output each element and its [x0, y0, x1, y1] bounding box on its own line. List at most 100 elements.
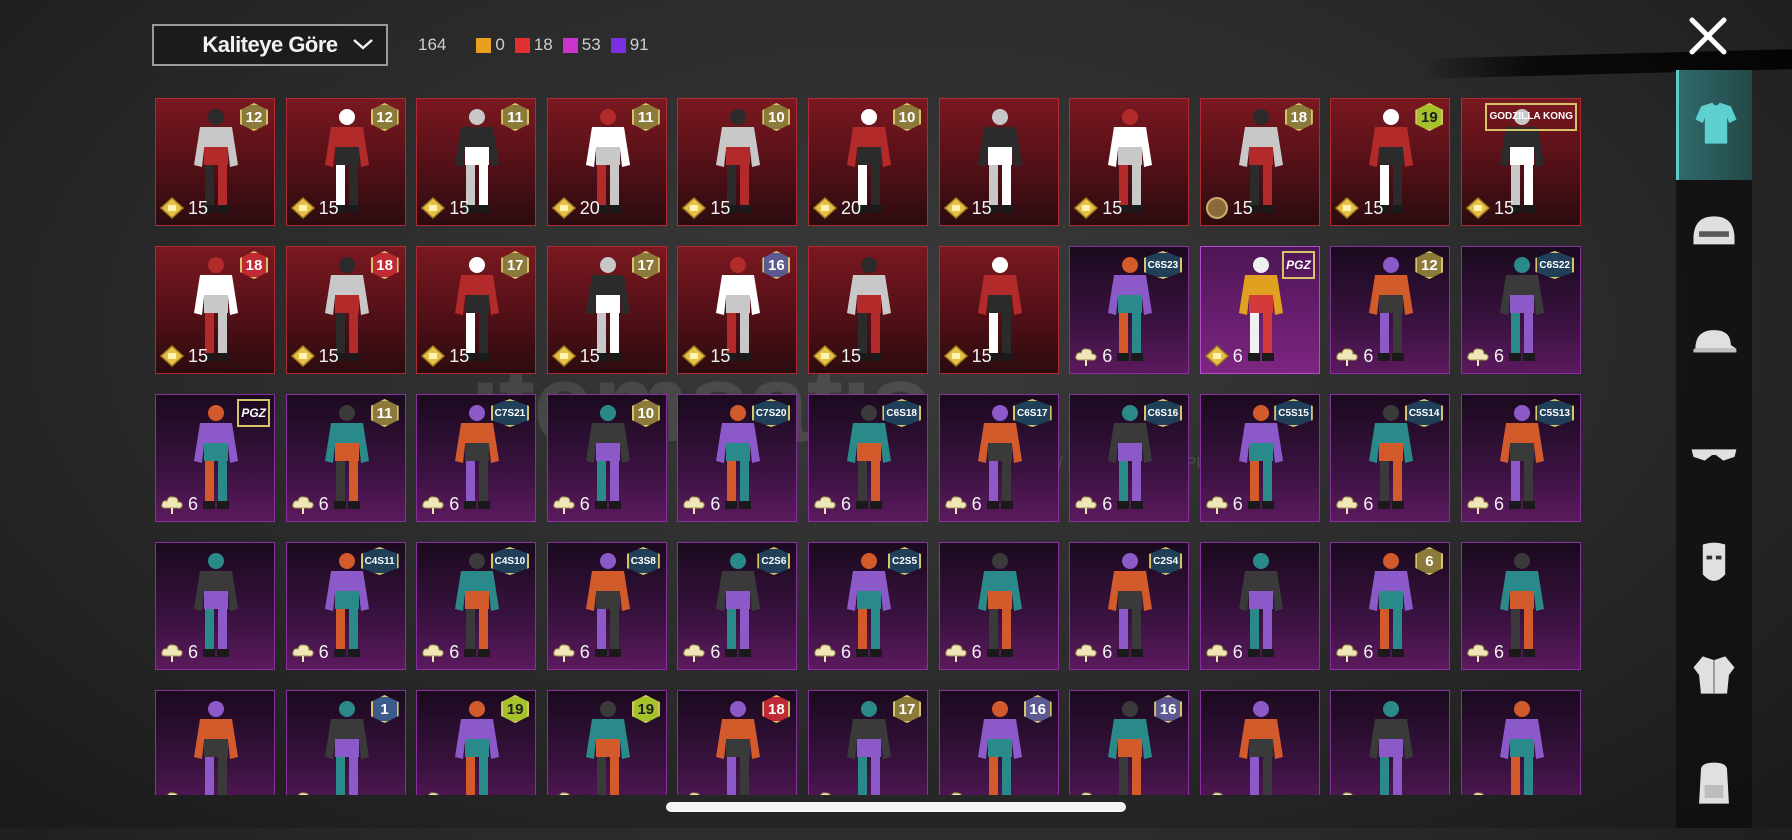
cost-value: 15	[1102, 197, 1123, 218]
outfit-grid: 12 15 12 15 11 15 11 20 10 15 10 20 15 1…	[155, 98, 1581, 795]
outfit-figure	[455, 701, 500, 795]
cost-label: 6	[552, 493, 590, 515]
outfit-card[interactable]: C5S14 6	[1330, 394, 1451, 522]
outfit-card[interactable]: 19	[416, 690, 537, 795]
outfit-card[interactable]: 18 15	[1199, 98, 1320, 226]
cost-label: 15	[421, 345, 469, 367]
outfit-card[interactable]: 17 15	[546, 246, 667, 374]
outfit-card[interactable]: 11 15	[416, 98, 537, 226]
home-indicator[interactable]	[666, 802, 1126, 812]
category-sidebar	[1676, 70, 1752, 828]
outfit-card[interactable]: 19	[546, 690, 667, 795]
outfit-card[interactable]: GODZILLA KONG 15	[1461, 98, 1581, 226]
cost-value: 6	[318, 641, 329, 662]
outfit-card[interactable]: 6 6	[1330, 542, 1451, 670]
cloud-coin-icon	[944, 644, 967, 662]
cost-label: 6	[291, 493, 329, 515]
outfit-card[interactable]: 15	[938, 98, 1059, 226]
cost-value: 15	[971, 345, 992, 366]
cost-value: 15	[1232, 197, 1253, 218]
quality-swatch	[476, 37, 492, 53]
outfit-card[interactable]	[155, 690, 275, 795]
cloud-coin-icon	[167, 792, 178, 795]
sidebar-tab-helmet[interactable]	[1676, 180, 1752, 290]
outfit-card[interactable]: PGZ 6	[1199, 246, 1320, 374]
sidebar-tab-glasses[interactable]	[1676, 400, 1752, 510]
outfit-card[interactable]: C7S20 6	[677, 394, 798, 522]
outfit-card[interactable]: 6	[155, 542, 275, 670]
sidebar-tab-cap[interactable]	[1676, 290, 1752, 400]
cost-value: 6	[1363, 493, 1374, 514]
outfit-card[interactable]: 16	[1069, 690, 1190, 795]
quality-swatch	[610, 37, 626, 53]
outfit-card[interactable]: C4S10 6	[416, 542, 537, 670]
cost-value: 15	[318, 197, 339, 218]
outfit-card[interactable]: C7S21 6	[416, 394, 537, 522]
sort-dropdown[interactable]: Kaliteye Göre	[152, 24, 388, 66]
outfit-card[interactable]: 18 15	[285, 246, 406, 374]
outfit-card[interactable]: C2S5 6	[808, 542, 928, 670]
outfit-card[interactable]: 10 20	[808, 98, 928, 226]
outfit-card[interactable]: 17	[808, 690, 928, 795]
outfit-card[interactable]: 12 15	[155, 98, 275, 226]
outfit-card[interactable]: C5S13 6	[1461, 394, 1581, 522]
outfit-card[interactable]: C4S11 6	[285, 542, 406, 670]
cost-value: 6	[1102, 345, 1113, 366]
outfit-card[interactable]: 12 15	[285, 98, 406, 226]
outfit-card[interactable]: 10 6	[546, 394, 667, 522]
cost-label: 6	[813, 493, 851, 515]
close-icon[interactable]	[1686, 14, 1730, 58]
outfit-card[interactable]: 15	[808, 246, 928, 374]
cost-value: 15	[1363, 197, 1384, 218]
sidebar-tab-backpack[interactable]	[1676, 730, 1752, 840]
outfit-card[interactable]: 15	[938, 246, 1059, 374]
cost-value: 15	[188, 197, 209, 218]
outfit-card[interactable]	[1199, 690, 1320, 795]
outfit-card[interactable]: C5S15 6	[1199, 394, 1320, 522]
outfit-card[interactable]: 12 6	[1330, 246, 1451, 374]
sidebar-tab-jacket[interactable]	[1676, 620, 1752, 730]
outfit-card[interactable]: 6	[938, 542, 1059, 670]
cost-value: 6	[188, 641, 199, 662]
outfit-card[interactable]: 16 15	[677, 246, 798, 374]
outfit-card[interactable]: 17 15	[416, 246, 537, 374]
cloud-coin-icon	[683, 644, 706, 662]
cost-value: 20	[841, 197, 862, 218]
outfit-card[interactable]	[1461, 690, 1581, 795]
outfit-card[interactable]: 15	[1069, 98, 1190, 226]
outfit-card[interactable]: 6	[1199, 542, 1320, 670]
gold-coin-icon	[813, 345, 837, 367]
outfit-card[interactable]: 11 20	[546, 98, 667, 226]
cost-label: 6	[421, 641, 459, 663]
outfit-card[interactable]: 16	[938, 690, 1059, 795]
cost-value: 6	[449, 493, 460, 514]
outfit-card[interactable]: 18 15	[155, 246, 275, 374]
cloud-coin-icon	[558, 792, 570, 795]
outfit-card[interactable]: C6S17 6	[938, 394, 1059, 522]
sidebar-tab-outfit[interactable]	[1676, 70, 1752, 180]
quality-swatch	[514, 37, 530, 53]
outfit-card[interactable]: 11 6	[285, 394, 406, 522]
outfit-card[interactable]: C6S22 6	[1461, 246, 1581, 374]
outfit-card[interactable]: 1	[285, 690, 406, 795]
gold-coin-icon	[551, 197, 576, 219]
outfit-card[interactable]: C2S4 6	[1069, 542, 1190, 670]
outfit-card[interactable]: 18	[677, 690, 798, 795]
level-badge: PGZ	[237, 399, 270, 427]
outfit-card[interactable]: C6S18 6	[808, 394, 928, 522]
outfit-card[interactable]: 19 15	[1330, 98, 1451, 226]
outfit-card[interactable]: C6S23 6	[1069, 246, 1190, 374]
sidebar-tab-mask[interactable]	[1676, 510, 1752, 620]
outfit-card[interactable]: C3S8 6	[546, 542, 667, 670]
outfit-figure	[1369, 701, 1414, 795]
outfit-card[interactable]	[1330, 690, 1451, 795]
outfit-card[interactable]: 10 15	[677, 98, 798, 226]
cost-value: 6	[1494, 493, 1505, 514]
outfit-card[interactable]: 6	[1461, 542, 1581, 670]
cloud-coin-icon	[683, 496, 706, 514]
outfit-card[interactable]: C6S16 6	[1069, 394, 1190, 522]
cloud-coin-icon	[553, 496, 575, 514]
outfit-card[interactable]: PGZ 6	[155, 394, 275, 522]
cost-label: 20	[551, 197, 600, 219]
outfit-card[interactable]: C2S6 6	[677, 542, 798, 670]
